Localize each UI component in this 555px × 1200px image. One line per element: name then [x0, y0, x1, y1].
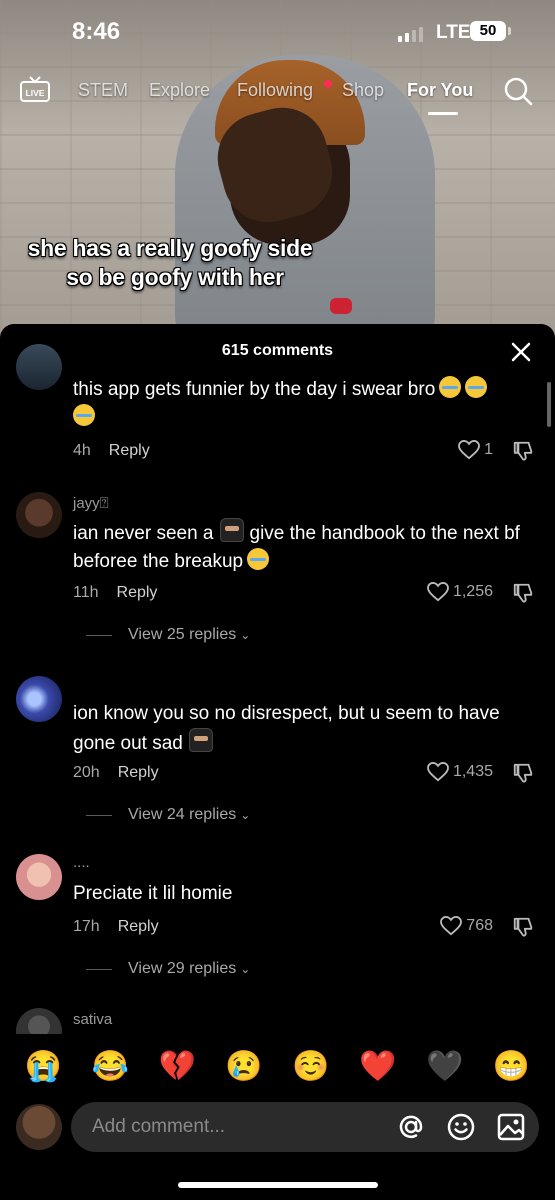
mention-icon[interactable]	[396, 1112, 426, 1142]
svg-text:LIVE: LIVE	[26, 88, 45, 98]
chevron-down-icon: ⌄	[240, 808, 251, 822]
like-count: 1,435	[452, 763, 493, 780]
tab-shop[interactable]: Shop	[342, 80, 384, 101]
like-count: 768	[466, 917, 493, 934]
live-icon[interactable]: LIVE	[20, 76, 50, 102]
caption-line-1: she has a really goofy side	[27, 235, 313, 261]
view-replies-button[interactable]: View 24 replies ⌄	[86, 806, 250, 824]
comments-count: 615 comments	[221, 342, 334, 359]
emoji-sad-button[interactable]: 😢	[225, 1047, 263, 1085]
heart-icon	[440, 916, 463, 936]
status-time: 8:46	[72, 18, 121, 45]
user-avatar[interactable]	[16, 1104, 62, 1150]
following-notification-dot	[324, 80, 332, 88]
comment-meta: 4h Reply	[73, 442, 150, 460]
comment-text: ion know you so no disrespect, but u see…	[73, 703, 500, 754]
scroll-indicator[interactable]	[547, 382, 551, 427]
ninja-emoji-icon	[188, 728, 213, 752]
comment-username[interactable]: sativa	[73, 1011, 112, 1028]
emoji-picker-icon[interactable]	[446, 1112, 476, 1142]
comment-username[interactable]: jayy⍰	[73, 495, 109, 512]
like-button[interactable]: 1,435	[427, 762, 493, 782]
comment-username[interactable]: ....	[73, 854, 90, 871]
dislike-icon[interactable]	[512, 440, 534, 462]
search-icon[interactable]	[503, 76, 533, 106]
comment-time: 11h	[73, 584, 99, 601]
emoji-crying-button[interactable]: 😭	[24, 1047, 62, 1085]
crying-emoji-icon	[247, 548, 270, 570]
signal-icon	[398, 27, 423, 42]
status-bar: 8:46 LTE 50	[0, 0, 555, 62]
avatar[interactable]	[16, 676, 62, 722]
view-replies-button[interactable]: View 25 replies ⌄	[86, 626, 250, 644]
comment-text: this app gets funnier by the day i swear…	[73, 376, 543, 432]
comment-meta: 11h Reply	[73, 584, 157, 602]
battery-tip	[508, 27, 511, 35]
image-picker-icon[interactable]	[496, 1112, 526, 1142]
home-indicator	[178, 1182, 378, 1188]
heart-icon	[458, 440, 481, 460]
comment-time: 17h	[73, 918, 100, 935]
hoodie-patch	[330, 298, 352, 314]
like-button[interactable]: 1	[458, 440, 493, 460]
dislike-icon[interactable]	[512, 916, 534, 938]
avatar[interactable]	[16, 492, 62, 538]
video-caption: she has a really goofy side so be goofy …	[0, 234, 340, 292]
comment-time: 4h	[73, 442, 91, 459]
emoji-blush-button[interactable]: ☺️	[292, 1047, 330, 1085]
caption-line-2: so be goofy with her	[66, 264, 284, 290]
comment-input-row: Add comment...	[0, 1100, 555, 1160]
comment-text: ian never seen a give the handbook to the…	[73, 518, 543, 576]
reply-button[interactable]: Reply	[109, 442, 150, 459]
emoji-grin-button[interactable]: 😁	[493, 1047, 531, 1085]
chevron-down-icon: ⌄	[240, 628, 251, 642]
comment-text: Preciate it lil homie	[73, 883, 233, 904]
crying-emoji-icon	[465, 376, 488, 398]
tab-following[interactable]: Following	[237, 80, 313, 101]
comment-time: 20h	[73, 764, 100, 781]
avatar[interactable]	[16, 854, 62, 900]
tab-for-you[interactable]: For You	[407, 80, 473, 101]
close-icon[interactable]	[508, 339, 534, 365]
reply-button[interactable]: Reply	[118, 918, 159, 935]
like-count: 1,256	[452, 583, 493, 600]
emoji-broken-heart-button[interactable]: 💔	[158, 1047, 196, 1085]
chevron-down-icon: ⌄	[240, 962, 251, 976]
emoji-laughing-button[interactable]: 😂	[91, 1047, 129, 1085]
tab-stem[interactable]: STEM	[78, 80, 128, 101]
emoji-quick-bar: 😭 😂 💔 😢 ☺️ ❤️ 🖤 😁	[0, 1035, 555, 1097]
like-button[interactable]: 1,256	[427, 582, 493, 602]
like-button[interactable]: 768	[440, 916, 493, 936]
tab-explore[interactable]: Explore	[149, 80, 210, 101]
crying-emoji-icon	[73, 404, 95, 426]
active-tab-underline	[428, 112, 458, 115]
avatar[interactable]	[16, 1008, 62, 1034]
view-replies-button[interactable]: View 29 replies ⌄	[86, 960, 250, 978]
like-count: 1	[484, 441, 493, 458]
reply-button[interactable]: Reply	[117, 584, 158, 601]
network-label: LTE	[436, 22, 471, 43]
top-nav: LIVE STEM Explore Following Shop For You	[0, 72, 555, 115]
comment-meta: 17h Reply	[73, 918, 159, 936]
avatar[interactable]	[16, 344, 62, 390]
comment-input-placeholder: Add comment...	[92, 1116, 226, 1137]
heart-icon	[427, 582, 449, 602]
reply-button[interactable]: Reply	[118, 764, 159, 781]
comment-meta: 20h Reply	[73, 764, 159, 782]
dislike-icon[interactable]	[512, 582, 534, 604]
dislike-icon[interactable]	[512, 762, 534, 784]
emoji-black-heart-button[interactable]: 🖤	[426, 1047, 464, 1085]
crying-emoji-icon	[439, 376, 462, 398]
battery-icon: 50	[470, 21, 506, 41]
emoji-red-heart-button[interactable]: ❤️	[359, 1047, 397, 1085]
ninja-emoji-icon	[219, 518, 244, 542]
heart-icon	[427, 762, 449, 782]
comment-item: sativa	[0, 1008, 555, 1034]
